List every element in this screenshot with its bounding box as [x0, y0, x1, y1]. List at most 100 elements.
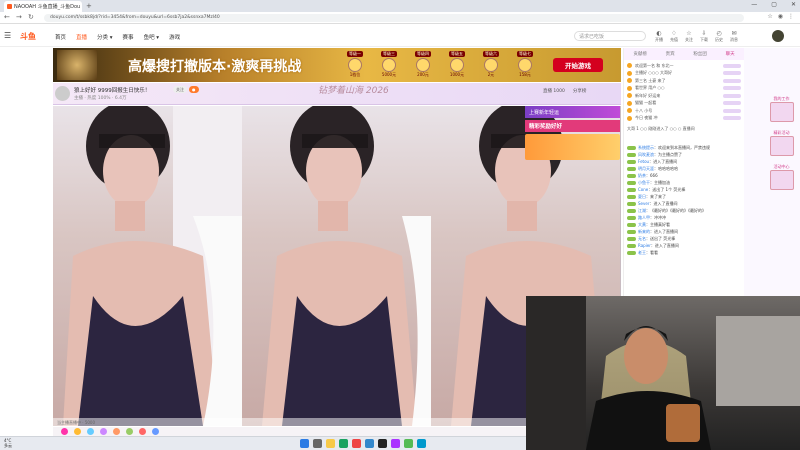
gift-icon[interactable]: [100, 428, 107, 435]
tab-fans[interactable]: 粉丝团: [693, 51, 707, 57]
rank-row[interactable]: 主播好 ○○○ 大哥好: [627, 70, 741, 78]
nav-live[interactable]: 直播: [76, 33, 87, 41]
main-nav: 首页 直播 分类 ▾ 赛事 鱼吧 ▾ 游戏: [55, 33, 180, 41]
chat-message: 小鱼干：主播加油: [627, 179, 743, 186]
app-icon[interactable]: [365, 439, 374, 448]
chat-message: 路人甲：冲冲冲: [627, 214, 743, 221]
rank-row[interactable]: 第三名 土豪 来了: [627, 77, 741, 85]
chat-message: 奶茶：666: [627, 172, 743, 179]
gift-icon[interactable]: [139, 428, 146, 435]
rank-medal-icon: [627, 70, 632, 76]
minimize-button[interactable]: —: [751, 1, 757, 8]
app-icon[interactable]: [391, 439, 400, 448]
promo-card[interactable]: [525, 134, 620, 160]
webcam-person-image: [526, 296, 800, 450]
search-icon[interactable]: [313, 439, 322, 448]
back-icon[interactable]: ←: [4, 13, 10, 21]
tab-vip[interactable]: 贵宾: [666, 51, 675, 57]
nav-categories[interactable]: 分类 ▾: [97, 33, 113, 41]
browser-icon[interactable]: [339, 439, 348, 448]
chat-message: 系统提示：欢迎来到本直播间，严禁违规: [627, 144, 743, 151]
download-button[interactable]: ⇩ 下载: [700, 30, 708, 43]
url-field[interactable]: douyu.com/t/ssbk8jd/?rid=3454&from=douyu…: [44, 14, 744, 22]
extension-area: ☆ ◉ ⋮: [767, 13, 794, 20]
prize-item: 等级六 2元: [483, 51, 499, 77]
rank-row[interactable]: 欢迎第一名 和 东北一: [627, 62, 741, 70]
streamer-avatar[interactable]: [55, 86, 70, 101]
follow-list-button[interactable]: ☆ 关注: [685, 30, 693, 43]
new-tab-button[interactable]: +: [86, 2, 92, 10]
maximize-button[interactable]: ▢: [771, 1, 777, 8]
profile-icon[interactable]: ◉: [778, 13, 783, 20]
chat-message: 大黄：主播真好看: [627, 221, 743, 228]
app-icon[interactable]: [378, 439, 387, 448]
gift-icon[interactable]: [152, 428, 159, 435]
douyu-logo[interactable]: 斗鱼: [20, 31, 36, 42]
windows-start-icon[interactable]: [300, 439, 309, 448]
gift-icon[interactable]: [113, 428, 120, 435]
rank-list: 欢迎第一名 和 东北一 主播好 ○○○ 大哥好 第三名 土豪 来了 看世界 用户…: [627, 62, 741, 122]
history-button[interactable]: ◴ 历史: [715, 30, 723, 43]
chat-message: 江湖：《最好的》《最好的》《最好的》: [627, 207, 743, 214]
rail-item[interactable]: 活动中心: [768, 164, 795, 190]
gift-icon[interactable]: [126, 428, 133, 435]
video-frame-center: [242, 106, 431, 426]
weather-widget[interactable]: 4°C 多云: [4, 438, 12, 448]
webcam-overlay: [526, 296, 800, 450]
rank-row[interactable]: 十八 小号: [627, 107, 741, 115]
rank-row[interactable]: 新年好 好运来: [627, 92, 741, 100]
messages-button[interactable]: ✉ 消息: [730, 30, 738, 43]
rank-row[interactable]: 猫猫 一起看: [627, 100, 741, 108]
go-live-button[interactable]: ◐ 开播: [655, 30, 663, 43]
chat-message: 夏日：来了来了: [627, 193, 743, 200]
nav-games[interactable]: 游戏: [169, 33, 180, 41]
chat-message: 风吹麦浪：为主播点赞了: [627, 151, 743, 158]
bookmark-icon[interactable]: ☆: [767, 13, 772, 20]
recharge-button[interactable]: ♢ 充值: [670, 30, 678, 43]
prize-item: 等级一 1档位: [347, 51, 363, 77]
rank-row[interactable]: 看世界 用户 ○○: [627, 85, 741, 93]
diamond-icon: ♢: [671, 30, 677, 37]
game-ad-banner[interactable]: 高爆搜打撤版本·激爽再挑战 等级一 1档位 等级三 5000元 等级四 200元 等级…: [53, 48, 621, 82]
gift-icon[interactable]: [87, 428, 94, 435]
chat-tabs: 贡献榜 贵宾 粉丝团 聊天: [624, 48, 744, 60]
nav-fishbar[interactable]: 鱼吧 ▾: [144, 33, 160, 41]
rail-thumbnail: [769, 170, 794, 190]
chat-messages: 系统提示：欢迎来到本直播间，严禁违规 风吹麦浪：为主播点赞了 Fetou：进入了…: [627, 144, 743, 256]
stat-item[interactable]: 分享榜: [573, 88, 587, 94]
app-icon[interactable]: [352, 439, 361, 448]
site-header: ☰ 斗鱼 首页 直播 分类 ▾ 赛事 鱼吧 ▾ 游戏 请求已吃饭 ◐ 开播 ♢ 充值…: [0, 25, 800, 47]
app-icon[interactable]: [404, 439, 413, 448]
follow-button[interactable]: 关注: [173, 86, 187, 93]
stat-item[interactable]: 直播 1000: [543, 88, 565, 94]
video-promo-overlay[interactable]: 上赛新年轻运 精彩奖励好好: [525, 106, 620, 161]
app-icon[interactable]: [417, 439, 426, 448]
start-game-button[interactable]: 开始游戏: [553, 58, 603, 72]
tab-contribution[interactable]: 贡献榜: [633, 51, 647, 57]
menu-icon[interactable]: ☰: [4, 31, 11, 40]
rail-item[interactable]: 精彩活动: [768, 130, 795, 156]
more-menu-icon[interactable]: ⋮: [788, 13, 794, 20]
user-avatar[interactable]: [772, 30, 784, 42]
follow-group: 关注 ●: [173, 86, 199, 93]
close-button[interactable]: ✕: [791, 1, 796, 8]
reload-icon[interactable]: ↻: [28, 13, 34, 21]
chat-message: 新来的：进入了直播间: [627, 228, 743, 235]
nav-home[interactable]: 首页: [55, 33, 66, 41]
prize-item: 等级五 1000元: [449, 51, 465, 77]
browser-tab[interactable]: NAOOAH 斗鱼直播_斗鱼Dou: [4, 1, 82, 12]
gift-icon[interactable]: [61, 428, 68, 435]
room-meta: 主播 · 热度 100% · 6.4万: [74, 96, 127, 101]
file-explorer-icon[interactable]: [326, 439, 335, 448]
rail-item[interactable]: 我的工作: [768, 96, 795, 122]
streamer-figure-image: [63, 106, 242, 426]
chat-message: 老王：看看: [627, 249, 743, 256]
chat-message: 明月天涯：哈哈哈哈哈: [627, 165, 743, 172]
rank-row[interactable]: 今日 夜猫 冲: [627, 115, 741, 123]
nav-events[interactable]: 赛事: [123, 33, 134, 41]
gift-icon[interactable]: [74, 428, 81, 435]
search-input[interactable]: 请求已吃饭: [574, 31, 646, 41]
promo-title: 上赛新年轻运: [525, 106, 620, 118]
forward-icon[interactable]: →: [16, 13, 22, 21]
tab-chat[interactable]: 聊天: [726, 51, 735, 57]
